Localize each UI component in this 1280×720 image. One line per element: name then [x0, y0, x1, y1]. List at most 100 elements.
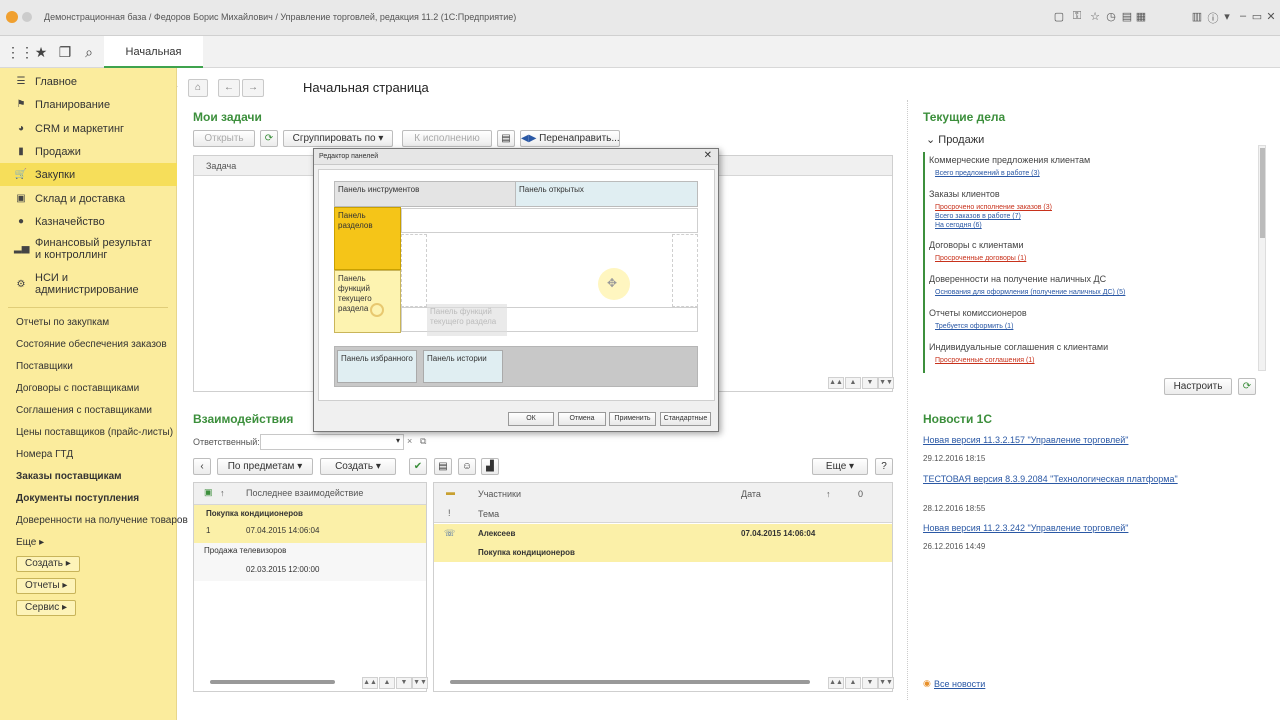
scroll-last-icon[interactable]: ▼▼ — [878, 377, 894, 389]
history-pages-icon[interactable]: ❐ — [54, 42, 76, 62]
standard-button[interactable]: Стандартные — [660, 412, 711, 426]
table-row[interactable]: Продажа телевизоров 02.03.2015 12:00:00 — [194, 543, 426, 581]
interactions-table[interactable]: ▬ Участники Дата ↑ 0 ! Тема ☏ Алексеев 0… — [433, 482, 893, 692]
sections-grid-icon[interactable]: ⋮⋮ — [6, 42, 34, 62]
task-link[interactable]: Требуется оформить (1) — [935, 323, 1013, 330]
functions-panel[interactable]: Панель функций текущего раздела — [334, 270, 401, 333]
open-icon[interactable]: ⧉ — [420, 436, 426, 447]
news-link[interactable]: Новая версия 11.2.3.242 "Управление торг… — [923, 523, 1128, 533]
sidebar-link[interactable]: Поставщики — [16, 361, 73, 372]
calc-icon[interactable]: ▤ — [1120, 10, 1134, 23]
check-icon[interactable]: ✔ — [409, 458, 427, 475]
sidebar-service-button[interactable]: Сервис ▸ — [16, 600, 77, 616]
to-execution-button[interactable]: К исполнению — [402, 130, 492, 147]
scrollbar[interactable] — [450, 680, 810, 684]
scroll-first-icon[interactable]: ▲▲ — [828, 377, 844, 389]
task-link[interactable]: Просроченные договоры (1) — [935, 255, 1026, 262]
task-link[interactable]: Всего заказов в работе (7) — [935, 213, 1021, 220]
back-button[interactable]: ← — [218, 79, 240, 97]
close-icon[interactable]: ✕ — [1264, 10, 1278, 23]
sidebar-item-sales[interactable]: ▮ Продажи — [0, 140, 177, 163]
subjects-table[interactable]: ▣ ↑ Последнее взаимодействие Покупка кон… — [193, 482, 427, 692]
sidebar-link[interactable]: Номера ГТД — [16, 449, 73, 460]
refresh-button[interactable]: ⟳ — [1238, 378, 1256, 395]
scroll-up-icon[interactable]: ▲ — [845, 377, 861, 389]
favorites-star-icon[interactable]: ★ — [30, 42, 52, 62]
sidebar-item-finance[interactable]: ▂▅ Финансовый результат и контроллинг — [0, 233, 177, 264]
task-link[interactable]: Основания для оформления (получение нали… — [935, 289, 1125, 296]
table-row-selected[interactable]: Покупка кондиционеров 1 07.04.2015 14:06… — [194, 505, 426, 543]
scroll-down-icon[interactable]: ▼ — [396, 677, 412, 689]
sidebar-link[interactable]: Заказы поставщикам — [16, 471, 122, 482]
maximize-icon[interactable]: ▭ — [1250, 10, 1264, 23]
history-icon[interactable]: ◷ — [1104, 10, 1118, 23]
scrollbar[interactable] — [210, 680, 335, 684]
scroll-last-icon[interactable]: ▼▼ — [412, 677, 428, 689]
sidebar-link[interactable]: Цены поставщиков (прайс-листы) — [16, 427, 173, 438]
refresh-button[interactable]: ⟳ — [260, 130, 278, 147]
sidebar-more-link[interactable]: Еще ▸ — [16, 537, 44, 548]
news-link[interactable]: ТЕСТОВАЯ версия 8.3.9.2084 "Технологичес… — [923, 474, 1178, 484]
scrollbar[interactable] — [1258, 145, 1266, 371]
by-subject-button[interactable]: По предметам ▾ — [217, 458, 313, 475]
task-link[interactable]: Всего предложений в работе (3) — [935, 170, 1040, 177]
scroll-first-icon[interactable]: ▲▲ — [362, 677, 378, 689]
scroll-up-icon[interactable]: ▲ — [845, 677, 861, 689]
task-link[interactable]: Просрочено исполнение заказов (3) — [935, 204, 1052, 211]
sidebar-item-purchases[interactable]: 🛒 Закупки — [0, 163, 177, 186]
sweep-icon[interactable]: ▟ — [481, 458, 499, 475]
sidebar-link[interactable]: Отчеты по закупкам — [16, 317, 109, 328]
group-by-button[interactable]: Сгруппировать по ▾ — [283, 130, 393, 147]
create-button[interactable]: Создать ▾ — [320, 458, 396, 475]
sidebar-item-admin[interactable]: ⚙ НСИ и администрирование — [0, 268, 177, 300]
panels-icon[interactable]: ▥ — [1190, 10, 1204, 23]
home-nav-button[interactable]: ⌂ — [188, 79, 208, 97]
forward-button[interactable]: → — [242, 79, 264, 97]
tab-home[interactable]: Начальная страница — [104, 36, 203, 90]
info-icon[interactable]: ⓘ — [1206, 10, 1220, 26]
redirect-button[interactable]: ◀▶ Перенаправить... — [520, 130, 620, 147]
sidebar-link[interactable]: Соглашения с поставщиками — [16, 405, 152, 416]
scroll-last-icon[interactable]: ▼▼ — [878, 677, 894, 689]
all-news-link[interactable]: Все новости — [934, 679, 985, 689]
sections-panel[interactable]: Панель разделов — [334, 207, 401, 270]
sidebar-item-planning[interactable]: ⚑ Планирование — [0, 93, 177, 116]
configure-button[interactable]: Настроить — [1164, 378, 1232, 395]
cancel-button[interactable]: Отмена — [558, 412, 606, 426]
toolbar-panel[interactable]: Панель инструментов — [334, 181, 516, 207]
sidebar-create-button[interactable]: Создать ▸ — [16, 556, 80, 572]
task-link[interactable]: Просроченные соглашения (1) — [935, 357, 1035, 364]
ok-button[interactable]: ОК — [508, 412, 554, 426]
search-icon[interactable]: ⌕ — [78, 42, 100, 62]
calendar-icon[interactable]: ▦ — [1134, 10, 1148, 23]
star-icon[interactable]: ☆ — [1088, 10, 1102, 23]
table-row-selected[interactable]: ☏ Алексеев 07.04.2015 14:06:04 Покупка к… — [434, 524, 892, 562]
favorites-panel[interactable]: Панель избранного — [337, 350, 417, 383]
history-panel[interactable]: Панель истории — [423, 350, 503, 383]
sidebar-item-warehouse[interactable]: ▣ Склад и доставка — [0, 187, 177, 210]
sidebar-link[interactable]: Доверенности на получение товаров — [16, 515, 188, 526]
document-icon[interactable]: ▤ — [434, 458, 452, 475]
chevron-down-icon[interactable]: ▾ — [1220, 10, 1234, 23]
scroll-down-icon[interactable]: ▼ — [862, 377, 878, 389]
news-link[interactable]: Новая версия 11.3.2.157 "Управление торг… — [923, 435, 1128, 445]
minimize-icon[interactable]: – — [1236, 10, 1250, 22]
help-button[interactable]: ? — [875, 458, 893, 475]
person-icon[interactable]: ☺ — [458, 458, 476, 475]
link-icon[interactable]: ⚿ — [1070, 10, 1084, 23]
open-button[interactable]: Открыть — [193, 130, 255, 147]
sidebar-item-crm[interactable]: ◕ CRM и маркетинг — [0, 117, 177, 140]
sales-group-toggle[interactable]: ⌄ Продажи — [926, 133, 984, 146]
close-icon[interactable]: ✕ — [704, 150, 712, 161]
sidebar-item-treasury[interactable]: ● Казначейство — [0, 210, 177, 233]
sidebar-link[interactable]: Документы поступления — [16, 493, 139, 504]
sidebar-item-main[interactable]: ☰ Главное — [0, 70, 177, 93]
back-arrow-button[interactable]: ‹ — [193, 458, 211, 475]
clear-icon[interactable]: × — [407, 436, 412, 446]
scroll-down-icon[interactable]: ▼ — [862, 677, 878, 689]
more-button[interactable]: Еще ▾ — [812, 458, 868, 475]
scroll-first-icon[interactable]: ▲▲ — [828, 677, 844, 689]
task-link[interactable]: На сегодня (6) — [935, 222, 982, 229]
sidebar-link[interactable]: Состояние обеспечения заказов — [16, 339, 167, 350]
responsible-input[interactable]: ▾ — [260, 434, 404, 450]
